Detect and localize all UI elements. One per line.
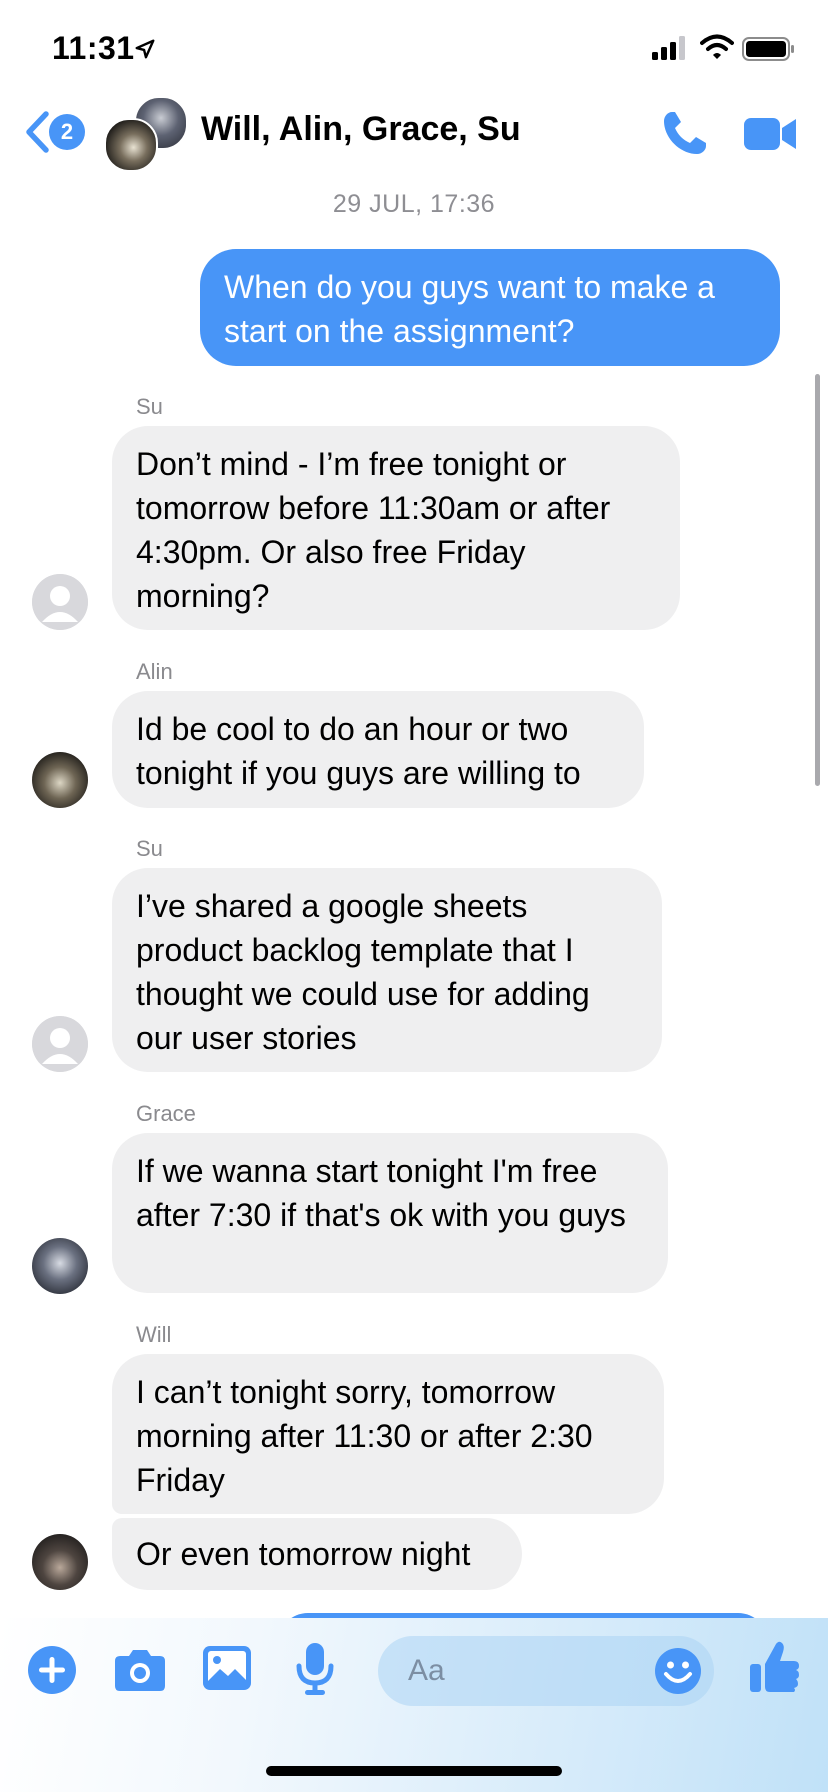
microphone-icon[interactable] (296, 1642, 334, 1696)
camera-icon[interactable] (114, 1648, 166, 1692)
sender-name: Will (136, 1322, 172, 1347)
group-avatar[interactable] (104, 96, 188, 174)
default-user-icon (32, 1016, 88, 1072)
plus-icon[interactable] (28, 1646, 76, 1694)
phone-icon[interactable] (658, 108, 710, 160)
avatar[interactable] (32, 1238, 88, 1294)
incoming-message[interactable]: I’ve shared a google sheets product back… (112, 868, 662, 1072)
message-timestamp: 29 JUL, 17:36 (332, 190, 496, 218)
unread-badge[interactable]: 2 (49, 114, 85, 150)
sender-name: Alin (136, 659, 173, 684)
incoming-message[interactable]: Id be cool to do an hour or two tonight … (112, 691, 644, 808)
sender-name: Grace (136, 1101, 196, 1126)
back-chevron-icon[interactable] (24, 110, 50, 154)
default-user-icon (32, 574, 88, 630)
home-indicator[interactable] (266, 1766, 562, 1776)
emoji-icon[interactable] (654, 1647, 702, 1695)
conversation-title[interactable]: Will, Alin, Grace, Su (201, 110, 521, 149)
sender-name: Su (136, 394, 163, 419)
sender-name: Su (136, 836, 163, 861)
avatar[interactable] (32, 752, 88, 808)
location-arrow-icon (135, 39, 155, 59)
incoming-message[interactable]: If we wanna start tonight I'm free after… (112, 1133, 668, 1293)
signal-icon (652, 36, 685, 60)
scrollbar[interactable] (815, 374, 820, 786)
thumbs-up-icon[interactable] (748, 1640, 800, 1694)
message-input[interactable]: Aa (378, 1636, 714, 1706)
status-time: 11:31 (52, 30, 135, 66)
conversation-header: 2 Will, Alin, Grace, Su (0, 92, 828, 178)
outgoing-message[interactable]: When do you guys want to make a start on… (200, 249, 780, 366)
photo-icon[interactable] (202, 1645, 252, 1691)
message-input-placeholder: Aa (408, 1654, 445, 1687)
status-bar: 11:31 (0, 0, 828, 100)
group-avatar-photo (104, 118, 158, 172)
avatar[interactable] (32, 574, 88, 630)
avatar[interactable] (32, 1534, 88, 1590)
wifi-icon (700, 34, 734, 59)
video-camera-icon[interactable] (742, 110, 798, 158)
incoming-message[interactable]: Don’t mind - I’m free tonight or tomorro… (112, 426, 680, 630)
battery-icon (742, 37, 794, 61)
avatar[interactable] (32, 1016, 88, 1072)
incoming-message[interactable]: I can’t tonight sorry, tomorrow morning … (112, 1354, 664, 1514)
incoming-message[interactable]: Or even tomorrow night (112, 1518, 522, 1590)
